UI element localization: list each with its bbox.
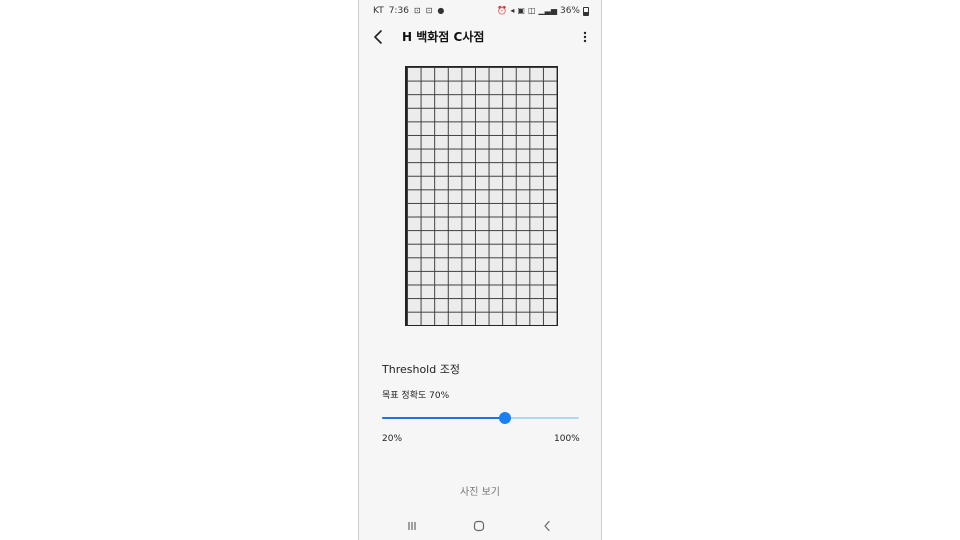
- signal-icon: ▁▃▅: [538, 6, 557, 15]
- alarm-icon: ⏰: [497, 6, 508, 15]
- battery-icon: [583, 6, 589, 16]
- app-bar: H 백화점 C사점: [359, 24, 601, 50]
- threshold-slider[interactable]: [382, 410, 579, 426]
- face-detect-icon: ⊡: [413, 6, 421, 15]
- more-options-button[interactable]: [577, 26, 593, 48]
- home-icon: [473, 520, 485, 532]
- more-vertical-icon: [583, 31, 587, 43]
- nav-back-button[interactable]: [537, 518, 557, 534]
- page-title: H 백화점 C사점: [402, 30, 485, 44]
- chat-icon: ●: [437, 6, 445, 15]
- recent-apps-button[interactable]: [402, 518, 422, 534]
- slider-fill: [382, 417, 506, 419]
- lte-icon: ▣: [517, 6, 525, 15]
- threshold-title: Threshold 조정: [382, 363, 460, 376]
- view-photo-button[interactable]: 사진 보기: [439, 484, 521, 502]
- battery-percent: 36%: [559, 6, 580, 16]
- slider-min-label: 20%: [382, 434, 403, 444]
- status-bar: KT 7:36 ⊡ ⊡ ● ⏰ ◂ ▣ ◫ ▁▃▅ 36%: [359, 6, 601, 20]
- system-nav-bar: [359, 514, 601, 538]
- mute-icon: ◂: [510, 6, 515, 15]
- wifi-icon: ◫: [527, 6, 536, 15]
- status-bar-left: KT 7:36 ⊡ ⊡ ●: [373, 6, 444, 16]
- grid-photo: [405, 66, 558, 326]
- home-button[interactable]: [469, 518, 489, 534]
- back-button[interactable]: [367, 26, 389, 48]
- back-arrow-icon: [544, 520, 550, 532]
- slider-thumb[interactable]: [499, 412, 512, 424]
- slider-max-label: 100%: [554, 434, 580, 444]
- clock: 7:36: [388, 6, 409, 16]
- phone-screen: KT 7:36 ⊡ ⊡ ● ⏰ ◂ ▣ ◫ ▁▃▅ 36% H 백화점 C사점: [358, 0, 602, 540]
- face-detect-icon: ⊡: [425, 6, 433, 15]
- status-bar-right: ⏰ ◂ ▣ ◫ ▁▃▅ 36%: [497, 6, 589, 16]
- target-accuracy-label: 목표 정확도 70%: [382, 391, 450, 401]
- carrier-label: KT: [373, 6, 384, 16]
- chevron-left-icon: [374, 30, 382, 44]
- recent-apps-icon: [408, 522, 416, 530]
